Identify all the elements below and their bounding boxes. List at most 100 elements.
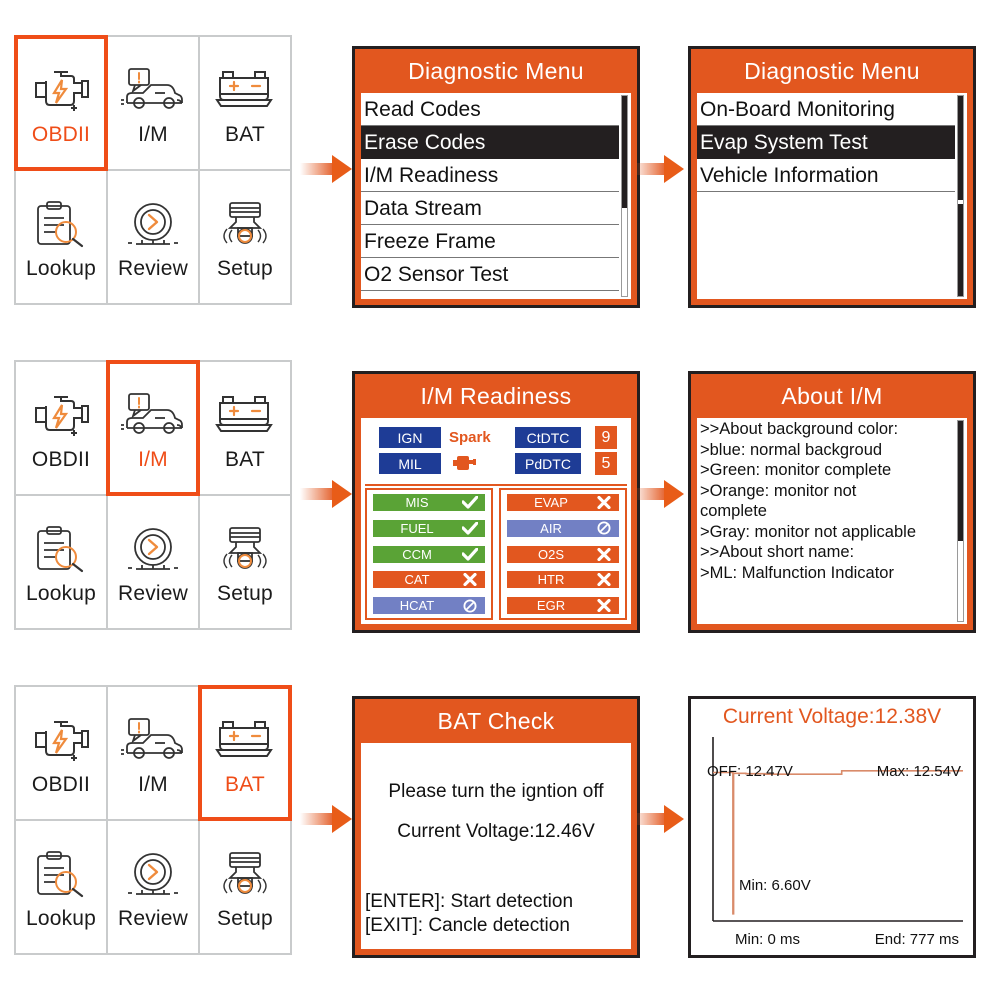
menu-label-lookup: Lookup [25, 257, 97, 280]
menu-list-item[interactable]: Read Codes [361, 93, 619, 126]
menu-cell-bat[interactable]: BAT [200, 362, 290, 494]
status-cross-icon [589, 547, 619, 561]
gauge-arrow-icon [124, 843, 182, 905]
monitor-name: MIS [405, 495, 429, 510]
menu-cell-im[interactable]: I/M [106, 360, 200, 496]
scrollbar-track[interactable] [957, 420, 964, 622]
menu-cell-bat[interactable]: BAT [198, 685, 292, 821]
menu-cell-obdii[interactable]: OBDII [16, 362, 106, 494]
flow-row-im: OBDII I/M BAT Lookup Review Setup I/M Re… [0, 345, 1000, 645]
status-na-icon [589, 521, 619, 535]
chart-annotation-min: Min: 6.60V [739, 877, 811, 894]
menu-cell-review[interactable]: Review [108, 171, 198, 303]
status-check-icon [455, 521, 485, 535]
clipboard-search-icon [32, 843, 90, 905]
engine-icon [30, 59, 92, 121]
menu-cell-review[interactable]: Review [108, 821, 198, 953]
about-line: >ML: Malfunction Indicator [700, 563, 894, 582]
bat-key-enter: [ENTER]: Start detection [365, 891, 574, 912]
scrollbar-thumb[interactable] [622, 96, 627, 208]
about-line: >Green: monitor complete [700, 461, 892, 479]
battery-icon [215, 384, 275, 446]
scrollbar-thumb-lower[interactable] [958, 204, 963, 296]
menu-cell-obdii[interactable]: OBDII [14, 35, 108, 171]
scrollbar-thumb[interactable] [958, 421, 963, 541]
menu-list-item-selected[interactable]: Evap System Test [697, 126, 955, 159]
im-monitor-column-right: EVAP AIR O2S HTR EGR [499, 488, 627, 620]
monitor-name: CCM [402, 546, 432, 562]
im-monitor-column-left: MIS FUEL CCM CAT HCAT [365, 488, 493, 620]
menu-cell-setup[interactable]: Setup [200, 171, 290, 303]
menu-label-review: Review [117, 907, 189, 930]
monitor-name: HTR [537, 572, 565, 588]
menu-list-item-selected[interactable]: Erase Codes [361, 126, 619, 159]
menu-cell-im[interactable]: I/M [108, 687, 198, 819]
menu-list-item[interactable]: On-Board Monitoring [697, 93, 955, 126]
menu-grid-row3[interactable]: OBDII I/M BAT Lookup Review Setup [14, 685, 292, 955]
flow-arrow-6 [632, 802, 688, 836]
monitor-row: AIR [507, 519, 619, 537]
menu-label-lookup: Lookup [25, 907, 97, 930]
menu-grid-row1[interactable]: OBDII I/M BAT Lookup Review Setup [14, 35, 292, 305]
status-cross-icon [589, 599, 619, 612]
menu-label-review: Review [117, 257, 189, 280]
engine-warning-icon [451, 454, 477, 477]
panel-im-readiness: I/M Readiness IGN Spark MIL CtDTC 9 PdDT… [352, 371, 640, 633]
panel-diagnostic-menu-1: Diagnostic Menu Read Codes Erase Codes I… [352, 46, 640, 308]
menu-cell-lookup[interactable]: Lookup [16, 496, 106, 628]
panel-about-im: About I/M >>About background color: >blu… [688, 371, 976, 633]
diagnostic-menu-list-2[interactable]: On-Board Monitoring Evap System Test Veh… [697, 93, 955, 299]
car-info-icon [119, 59, 187, 121]
menu-cell-setup[interactable]: Setup [200, 821, 290, 953]
monitor-name: EGR [536, 598, 566, 613]
scrollbar-track[interactable] [621, 95, 628, 297]
menu-cell-lookup[interactable]: Lookup [16, 821, 106, 953]
menu-cell-setup[interactable]: Setup [200, 496, 290, 628]
car-info-icon [119, 709, 187, 771]
menu-cell-obdii[interactable]: OBDII [16, 687, 106, 819]
menu-cell-bat[interactable]: BAT [200, 37, 290, 169]
menu-cell-review[interactable]: Review [108, 496, 198, 628]
battery-icon [215, 59, 275, 121]
menu-label-im: I/M [138, 773, 168, 796]
gauge-arrow-icon [124, 518, 182, 580]
menu-list-item[interactable]: O2 Sensor Test [361, 258, 619, 291]
about-im-text: >>About background color: >blue: normal … [700, 419, 953, 583]
menu-list-item[interactable]: Data Stream [361, 192, 619, 225]
panel-bat-check: BAT Check Please turn the igntion off Cu… [352, 696, 640, 958]
menu-list-item[interactable]: Vehicle Information [697, 159, 955, 192]
monitor-name: O2S [537, 546, 564, 562]
monitor-name: AIR [540, 520, 562, 536]
flow-arrow-5 [300, 802, 356, 836]
flow-arrow-4 [632, 477, 688, 511]
flow-arrow-2 [632, 152, 688, 186]
menu-cell-lookup[interactable]: Lookup [16, 171, 106, 303]
menu-list-item[interactable]: Freeze Frame [361, 225, 619, 258]
monitor-row: EGR [507, 597, 619, 614]
chip-ign: IGN [379, 427, 441, 448]
clipboard-search-icon [32, 518, 90, 580]
menu-cell-im[interactable]: I/M [108, 37, 198, 169]
menu-label-bat: BAT [225, 773, 265, 796]
scrollbar-track[interactable] [957, 95, 964, 297]
monitor-row: HCAT [373, 597, 485, 614]
menu-list-item[interactable]: I/M Readiness [361, 159, 619, 192]
monitor-row: MIS [373, 494, 485, 511]
menu-grid-row2[interactable]: OBDII I/M BAT Lookup Review Setup [14, 360, 292, 630]
flow-row-bat: OBDII I/M BAT Lookup Review Setup BAT Ch… [0, 670, 1000, 970]
status-cross-icon [455, 573, 485, 587]
flow-arrow-3 [300, 477, 356, 511]
monitor-row: FUEL [373, 519, 485, 537]
menu-label-im: I/M [138, 448, 168, 471]
chart-title: Current Voltage:12.38V [722, 705, 942, 728]
chart-x-end-label: End: 777 ms [874, 931, 959, 948]
panel-voltage-chart: Current Voltage:12.38V OFF: 12.47V Max: … [688, 696, 976, 958]
monitor-name: EVAP [534, 495, 568, 510]
about-line: >Gray: monitor not applicable [700, 522, 916, 541]
scrollbar-thumb[interactable] [958, 96, 963, 200]
panel-title: Diagnostic Menu [691, 49, 973, 93]
menu-label-bat: BAT [225, 448, 265, 471]
battery-icon [215, 709, 275, 771]
piston-icon [216, 518, 274, 580]
diagnostic-menu-list-1[interactable]: Read Codes Erase Codes I/M Readiness Dat… [361, 93, 619, 299]
